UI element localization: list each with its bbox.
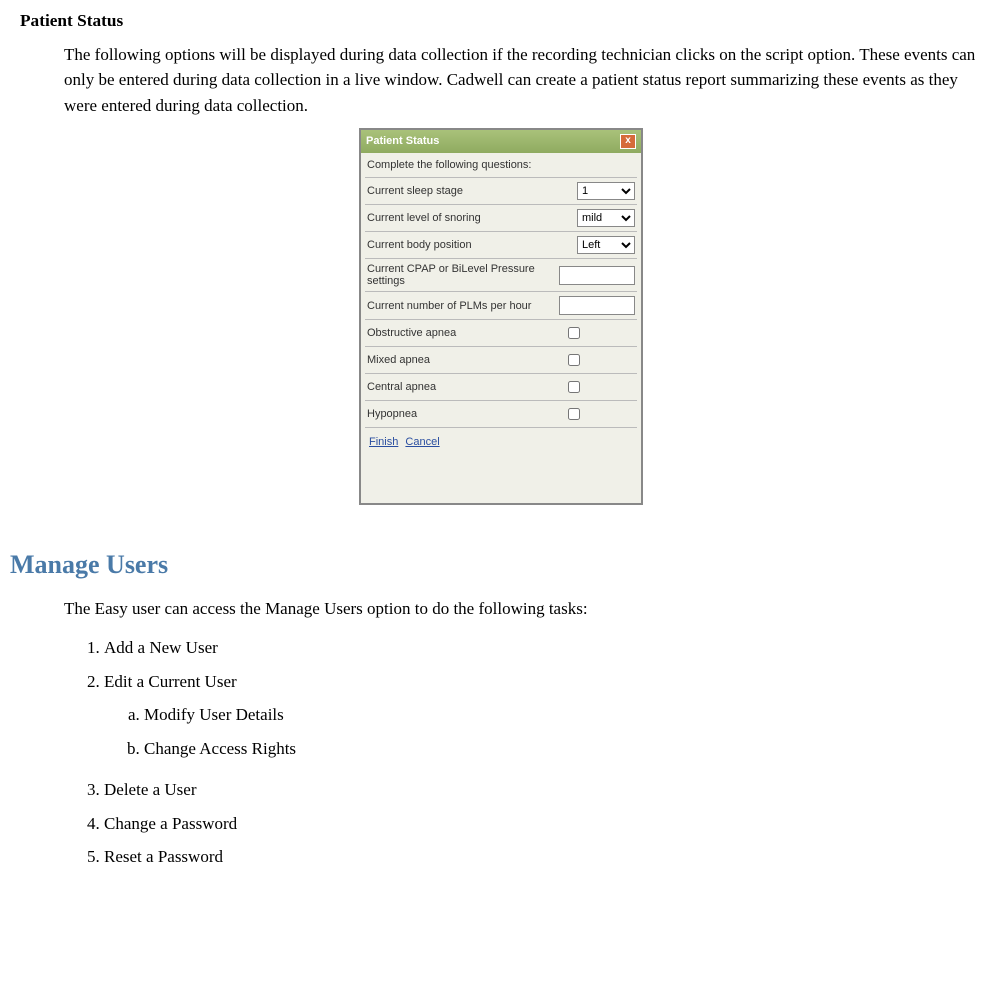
- label-cpap: Current CPAP or BiLevel Pressure setting…: [367, 263, 559, 287]
- list-item: Change Access Rights: [144, 732, 992, 766]
- sub-list: Modify User Details Change Access Rights: [104, 698, 992, 765]
- label-obstructive-apnea: Obstructive apnea: [367, 327, 564, 339]
- row-obstructive-apnea: Obstructive apnea: [365, 319, 637, 346]
- label-hypopnea: Hypopnea: [367, 408, 564, 420]
- dialog-prompt: Complete the following questions:: [365, 155, 637, 178]
- list-item: Reset a Password: [104, 840, 992, 874]
- list-item-label: Edit a Current User: [104, 672, 237, 691]
- close-icon[interactable]: x: [620, 134, 636, 149]
- checkbox-obstructive-apnea[interactable]: [568, 327, 580, 339]
- checkbox-hypopnea[interactable]: [568, 408, 580, 420]
- row-cpap: Current CPAP or BiLevel Pressure setting…: [365, 258, 637, 291]
- finish-link[interactable]: Finish: [369, 436, 398, 448]
- label-sleep-stage: Current sleep stage: [367, 185, 577, 197]
- dialog-titlebar: Patient Status x: [361, 130, 641, 153]
- patient-status-dialog: Patient Status x Complete the following …: [359, 128, 643, 505]
- label-body-position: Current body position: [367, 239, 577, 251]
- section-heading-patient-status: Patient Status: [20, 8, 992, 34]
- select-sleep-stage[interactable]: 1: [577, 182, 635, 200]
- row-plm: Current number of PLMs per hour: [365, 291, 637, 319]
- checkbox-central-apnea[interactable]: [568, 381, 580, 393]
- checkbox-mixed-apnea[interactable]: [568, 354, 580, 366]
- input-cpap[interactable]: [559, 266, 635, 285]
- row-mixed-apnea: Mixed apnea: [365, 346, 637, 373]
- label-central-apnea: Central apnea: [367, 381, 564, 393]
- row-body-position: Current body position Left: [365, 231, 637, 258]
- row-snoring: Current level of snoring mild: [365, 204, 637, 231]
- list-item: Edit a Current User Modify User Details …: [104, 665, 992, 774]
- section-heading-manage-users: Manage Users: [10, 545, 992, 584]
- dialog-title-text: Patient Status: [366, 133, 439, 150]
- patient-status-paragraph: The following options will be displayed …: [64, 42, 992, 119]
- row-hypopnea: Hypopnea: [365, 400, 637, 428]
- label-snoring: Current level of snoring: [367, 212, 577, 224]
- label-plm: Current number of PLMs per hour: [367, 300, 559, 312]
- cancel-link[interactable]: Cancel: [405, 436, 439, 448]
- row-sleep-stage: Current sleep stage 1: [365, 177, 637, 204]
- list-item: Modify User Details: [144, 698, 992, 732]
- select-body-position[interactable]: Left: [577, 236, 635, 254]
- manage-users-paragraph: The Easy user can access the Manage User…: [64, 596, 992, 622]
- dialog-body: Complete the following questions: Curren…: [361, 153, 641, 503]
- label-mixed-apnea: Mixed apnea: [367, 354, 564, 366]
- row-central-apnea: Central apnea: [365, 373, 637, 400]
- manage-users-list: Add a New User Edit a Current User Modif…: [64, 631, 992, 874]
- dialog-footer: Finish Cancel: [365, 428, 637, 501]
- input-plm[interactable]: [559, 296, 635, 315]
- select-snoring[interactable]: mild: [577, 209, 635, 227]
- list-item: Change a Password: [104, 807, 992, 841]
- list-item: Delete a User: [104, 773, 992, 807]
- list-item: Add a New User: [104, 631, 992, 665]
